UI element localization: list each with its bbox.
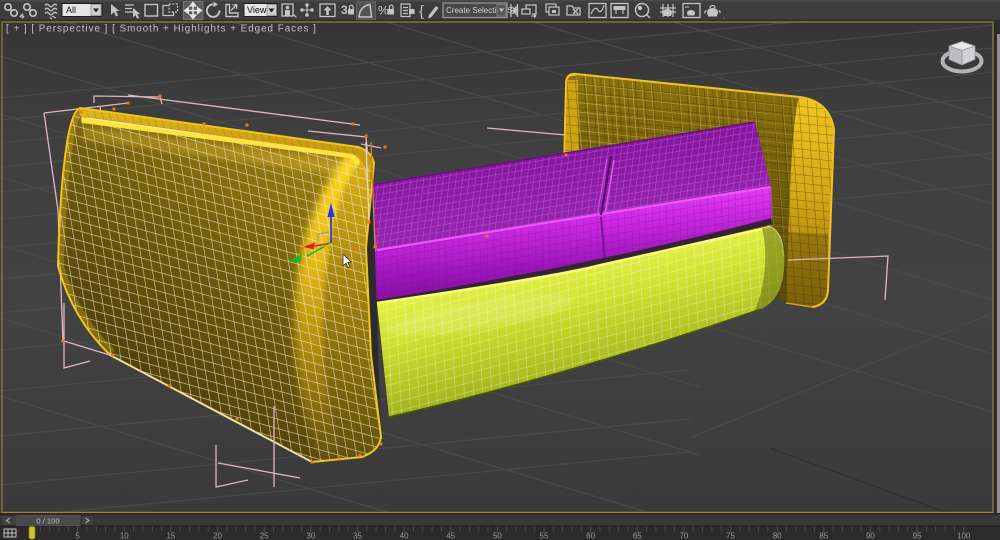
svg-text:95: 95 xyxy=(913,532,922,540)
svg-text:All: All xyxy=(66,5,76,15)
svg-text:View: View xyxy=(247,5,267,15)
svg-text:%: % xyxy=(378,4,389,18)
svg-text:{: { xyxy=(419,3,424,20)
svg-text:50: 50 xyxy=(493,532,502,540)
svg-text:35: 35 xyxy=(353,532,362,540)
svg-text:25: 25 xyxy=(260,532,269,540)
svg-text:0 / 100: 0 / 100 xyxy=(36,517,59,526)
svg-text:[ + ] [ Perspective ] [ Smooth: [ + ] [ Perspective ] [ Smooth + Highlig… xyxy=(6,24,317,35)
svg-text:5: 5 xyxy=(75,532,80,540)
svg-text:15: 15 xyxy=(166,532,175,540)
svg-text:55: 55 xyxy=(540,532,549,540)
svg-text:Create Selection Se: Create Selection Se xyxy=(446,6,518,15)
svg-text:10: 10 xyxy=(120,532,129,540)
svg-text:20: 20 xyxy=(213,532,222,540)
svg-text:45: 45 xyxy=(446,532,455,540)
svg-text:85: 85 xyxy=(819,532,828,540)
svg-text:90: 90 xyxy=(866,532,875,540)
svg-text:3: 3 xyxy=(341,3,348,17)
svg-text:65: 65 xyxy=(633,532,642,540)
svg-text:60: 60 xyxy=(586,532,595,540)
svg-text:70: 70 xyxy=(679,532,688,540)
svg-text:,: , xyxy=(723,13,725,20)
svg-text:30: 30 xyxy=(306,532,315,540)
svg-text:100: 100 xyxy=(957,532,971,540)
svg-text:75: 75 xyxy=(726,532,735,540)
svg-text:40: 40 xyxy=(400,532,409,540)
svg-text:80: 80 xyxy=(773,532,782,540)
